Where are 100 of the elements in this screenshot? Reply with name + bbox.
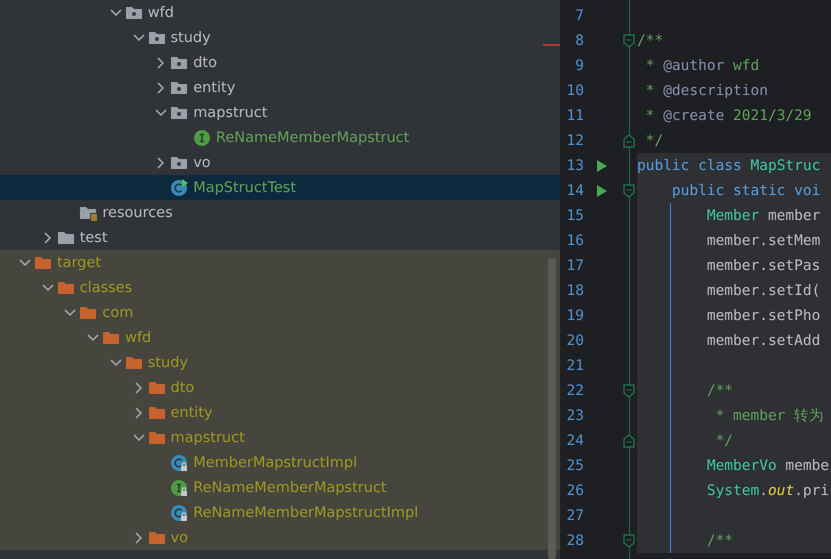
code-line: Member member	[706, 208, 820, 224]
line-number: 22	[566, 382, 584, 398]
fold-icon[interactable]	[623, 134, 635, 148]
line-number: 26	[566, 482, 584, 498]
tree-row[interactable]: mapstruct	[0, 100, 560, 125]
tree-label: ReNameMemberMapstruct	[216, 130, 410, 146]
tree-row[interactable]: vo	[0, 525, 560, 550]
folder-icon	[148, 430, 166, 446]
tree-label: vo	[193, 154, 211, 170]
tree-row[interactable]: entity	[0, 400, 560, 425]
code-line: */	[644, 132, 664, 148]
code-line: member.setAdd	[706, 332, 820, 348]
code-line: * @description	[644, 82, 768, 98]
tree-row[interactable]: test	[0, 225, 560, 250]
line-number: 9	[574, 58, 584, 74]
error-stripe-mark	[543, 44, 560, 46]
code-line: /**	[706, 532, 734, 548]
tree-label: study	[148, 354, 188, 370]
fold-icon[interactable]	[623, 184, 635, 198]
tree-row[interactable]: ReNameMemberMapstruct	[0, 475, 560, 500]
line-number: 28	[566, 532, 584, 548]
folder-icon	[124, 354, 143, 370]
tree-label: entity	[170, 404, 213, 420]
tree-row[interactable]: vo	[0, 150, 560, 175]
tree-row[interactable]: ReNameMemberMapstructImpl	[0, 500, 560, 525]
package-folder-icon	[170, 154, 188, 170]
tree-label: mapstruct	[193, 104, 268, 120]
folder-icon	[56, 280, 75, 296]
run-icon[interactable]	[596, 184, 608, 198]
line-number: 12	[566, 132, 584, 148]
line-number: 23	[566, 408, 584, 424]
line-number: 7	[574, 8, 584, 24]
tree-row[interactable]: target	[0, 250, 560, 275]
code-line: * @create 2021/3/29	[644, 108, 812, 124]
code-line: member.setPas	[706, 258, 820, 274]
fold-icon[interactable]	[623, 34, 635, 48]
tree-label: classes	[80, 280, 132, 296]
package-folder-icon	[148, 30, 166, 46]
tree-label: vo	[170, 530, 188, 546]
line-number: 16	[566, 232, 584, 248]
fold-icon[interactable]	[623, 534, 635, 548]
code-line: public static voi	[670, 182, 820, 198]
tree-row[interactable]: classes	[0, 275, 560, 300]
tree-row[interactable]: dto	[0, 375, 560, 400]
folder-icon	[148, 380, 166, 396]
tree-label: test	[80, 230, 108, 246]
tree-row[interactable]: entity	[0, 75, 560, 100]
tree-label: study	[170, 30, 211, 46]
tree-row[interactable]: dto	[0, 50, 560, 75]
code-line: public class MapStruc	[637, 158, 820, 174]
tree-row[interactable]: mapstruct	[0, 425, 560, 450]
tree-row[interactable]: study	[0, 350, 560, 375]
scrollbar[interactable]	[548, 258, 556, 559]
tree-row[interactable]: MapStructTest	[0, 175, 560, 200]
line-number: 17	[566, 258, 584, 274]
line-number: 18	[566, 282, 584, 298]
tree-label: wfd	[125, 330, 152, 346]
package-folder-icon	[170, 80, 188, 96]
tree-label: mapstruct	[170, 430, 245, 446]
tree-row[interactable]: MemberMapstructImpl	[0, 450, 560, 475]
tree-row[interactable]: study	[0, 25, 560, 50]
folder-icon	[79, 304, 98, 320]
code-line: /**	[706, 382, 734, 398]
tree-label: com	[102, 304, 134, 320]
folder-icon	[148, 404, 166, 420]
fold-icon[interactable]	[623, 434, 635, 448]
package-folder-icon	[124, 4, 143, 20]
run-icon[interactable]	[596, 158, 608, 172]
tree-label: MemberMapstructImpl	[193, 454, 358, 470]
code-line: * @author wfd	[644, 58, 760, 74]
code-line: */	[714, 432, 734, 448]
line-number: 13	[566, 158, 584, 174]
tree-label: ReNameMemberMapstruct	[193, 480, 387, 496]
tree-row[interactable]: ReNameMemberMapstruct	[0, 125, 560, 150]
package-folder-icon	[170, 104, 188, 120]
line-number: 14	[566, 182, 584, 198]
tree-row[interactable]: wfd	[0, 325, 560, 350]
code-line: * member 转为	[714, 407, 824, 425]
tree-row[interactable]: com	[0, 300, 560, 325]
tree-row[interactable]: wfd	[0, 0, 560, 25]
resources-folder-icon	[79, 204, 98, 220]
tree-label: MapStructTest	[193, 180, 296, 196]
code-line: System.out.pri	[706, 482, 830, 498]
line-number: 27	[566, 508, 584, 524]
tree-label: wfd	[148, 4, 174, 20]
code-line: member.setMem	[706, 232, 820, 248]
fold-icon[interactable]	[623, 384, 635, 398]
tree-row[interactable]: resources	[0, 200, 560, 225]
code-line: member.setPho	[706, 308, 820, 324]
folder-icon	[34, 254, 52, 270]
tree-label: target	[57, 254, 102, 270]
line-number: 19	[566, 308, 584, 324]
folder-icon	[56, 230, 75, 246]
line-number: 11	[566, 108, 584, 124]
line-number: 8	[574, 32, 584, 48]
package-folder-icon	[170, 54, 188, 70]
tree-label: dto	[170, 380, 194, 396]
code-line: member.setId(	[706, 282, 820, 298]
line-number: 24	[566, 432, 584, 448]
code-line: MemberVo membe	[706, 458, 830, 474]
